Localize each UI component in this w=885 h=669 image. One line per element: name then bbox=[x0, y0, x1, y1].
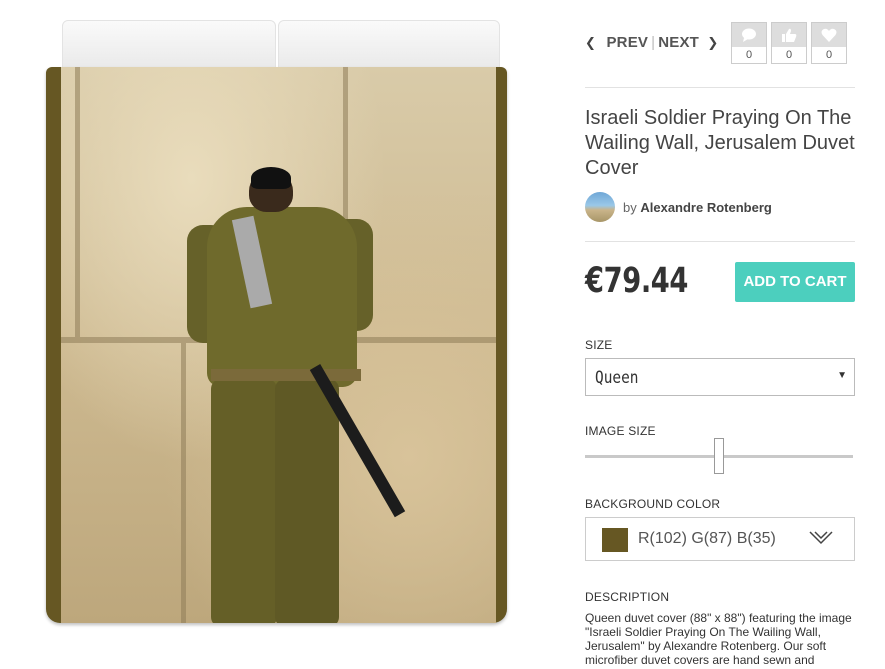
product-nav: ❮ PREV | NEXT ❯ bbox=[585, 34, 719, 51]
artist-avatar[interactable] bbox=[585, 192, 615, 222]
divider bbox=[585, 87, 855, 88]
slider-handle[interactable] bbox=[714, 438, 724, 474]
artist-byline-text: by Alexandre Rotenberg bbox=[623, 200, 772, 215]
wall-seam bbox=[181, 343, 186, 623]
caret-down-icon: ▼ bbox=[837, 370, 847, 381]
nav-separator: | bbox=[651, 34, 656, 51]
product-image bbox=[40, 15, 515, 625]
image-size-slider[interactable] bbox=[585, 436, 855, 476]
price: €79.44 bbox=[585, 261, 689, 301]
artist-name-link[interactable]: Alexandre Rotenberg bbox=[640, 200, 771, 215]
size-select[interactable]: Queen ▼ bbox=[585, 358, 855, 396]
product-title: Israeli Soldier Praying On The Wailing W… bbox=[585, 107, 855, 179]
thumbs-up-icon bbox=[772, 23, 806, 47]
wall-seam bbox=[75, 67, 80, 337]
comment-count: 0 bbox=[745, 49, 753, 61]
color-swatch bbox=[602, 528, 628, 552]
background-color-select[interactable]: R(102) G(87) B(35) bbox=[585, 517, 855, 561]
description-text: Queen duvet cover (88" x 88") featuring … bbox=[585, 611, 852, 667]
divider bbox=[585, 241, 855, 242]
description-label: DESCRIPTION bbox=[585, 590, 670, 604]
soldier-leg bbox=[275, 379, 339, 623]
artist-byline: by Alexandre Rotenberg bbox=[585, 192, 772, 222]
comment-button[interactable]: 0 bbox=[731, 22, 767, 64]
background-color-value: R(102) G(87) B(35) bbox=[638, 530, 776, 547]
soldier-belt bbox=[211, 369, 361, 381]
by-label: by bbox=[623, 199, 637, 215]
soldier-kippah bbox=[251, 167, 291, 189]
chevron-down-icon bbox=[808, 530, 834, 551]
size-label: SIZE bbox=[585, 338, 613, 352]
soldier-torso bbox=[207, 207, 357, 387]
prev-link[interactable]: PREV bbox=[606, 34, 648, 51]
soldier-leg bbox=[211, 379, 277, 623]
favorite-count: 0 bbox=[825, 49, 833, 61]
pillow-left bbox=[62, 20, 276, 74]
next-link[interactable]: NEXT bbox=[658, 34, 699, 51]
add-to-cart-button[interactable]: ADD TO CART bbox=[735, 262, 855, 302]
size-value: Queen bbox=[595, 368, 639, 388]
background-color-label: BACKGROUND COLOR bbox=[585, 497, 721, 511]
like-count: 0 bbox=[785, 49, 793, 61]
chevron-left-icon[interactable]: ❮ bbox=[585, 35, 596, 50]
social-counters: 0 0 0 bbox=[731, 22, 847, 64]
heart-icon bbox=[812, 23, 846, 47]
favorite-button[interactable]: 0 bbox=[811, 22, 847, 64]
like-button[interactable]: 0 bbox=[771, 22, 807, 64]
pillow-right bbox=[278, 20, 500, 74]
comment-icon bbox=[732, 23, 766, 47]
chevron-right-icon[interactable]: ❯ bbox=[707, 35, 718, 50]
duvet-artwork bbox=[61, 67, 496, 623]
